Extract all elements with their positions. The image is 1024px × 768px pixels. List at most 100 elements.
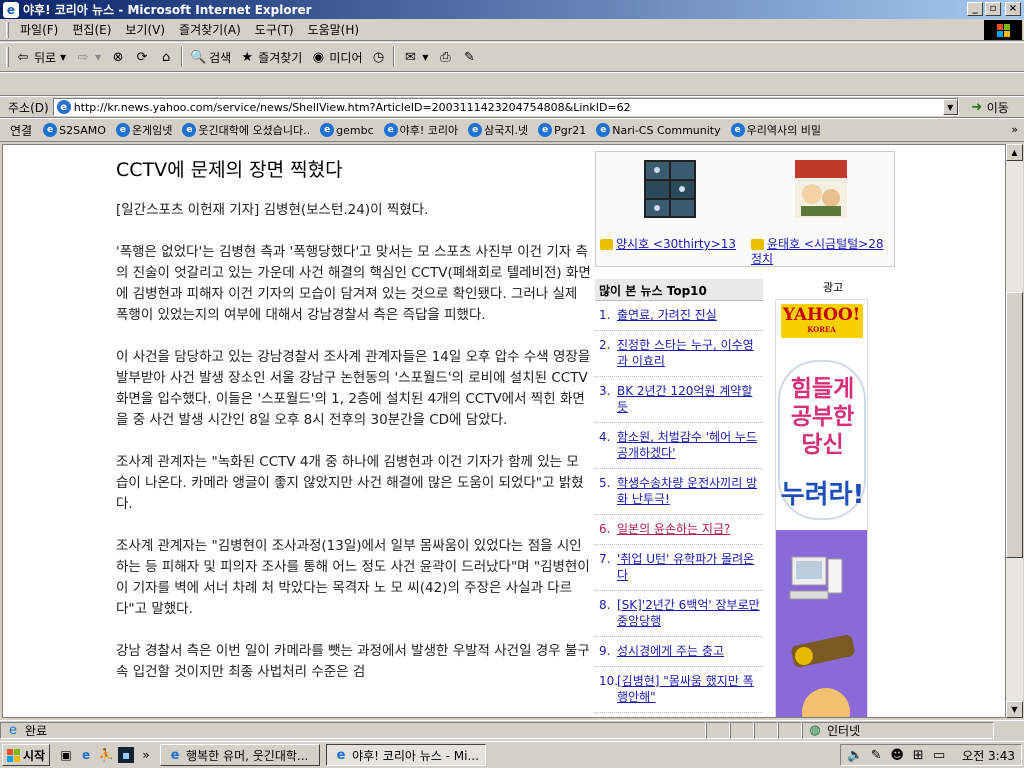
history-button[interactable]: ◷ (366, 45, 390, 69)
top10-link[interactable]: 진정한 스타는 누구, 이수영과 이효리 (617, 337, 763, 369)
top10-link[interactable]: 함소원, 처벌감수 '헤어 누드 공개하겠다' (617, 429, 763, 461)
menu-edit[interactable]: 편집(E) (65, 21, 118, 38)
link-item[interactable]: e 웃긴대학에 오셨습니다.. (177, 122, 315, 138)
start-button[interactable]: 시작 (2, 744, 51, 766)
top10-link[interactable]: [SK]'2년간 6백억' 장부로만 중앙당행 (617, 597, 763, 629)
cartoon-thumbnails: 양시호 <30thirty>13 윤태호 <시금털털>28 정치 (595, 151, 895, 267)
top10-link[interactable]: 출연료, 가려진 진실 (617, 307, 717, 323)
display-icon[interactable]: ▭ (931, 747, 947, 763)
scroll-up-button[interactable]: ▲ (1006, 144, 1023, 161)
address-dropdown-button[interactable]: ▼ (942, 99, 958, 115)
top10-title: 많이 본 뉴스 Top10 (595, 279, 763, 301)
top10-item[interactable]: 5. 학생수송차량 운전사끼리 방화 난투극! (595, 469, 763, 515)
media-button[interactable]: ◉ 미디어 (306, 45, 366, 69)
cartoon-caption-link[interactable]: 윤태호 <시금털털>28 정치 (751, 237, 891, 267)
security-zone-panel: ◍ 인터넷 (802, 722, 994, 739)
link-item[interactable]: e Nari-CS Community (591, 123, 725, 137)
toolbar-grip[interactable] (6, 47, 9, 67)
app-quicklaunch-icon[interactable]: ⛹ (98, 747, 114, 763)
menu-favorites[interactable]: 즐겨찾기(A) (172, 21, 248, 38)
cartoon-thumbnail-image[interactable] (644, 160, 696, 218)
address-url[interactable]: http://kr.news.yahoo.com/service/news/Sh… (74, 101, 631, 114)
clock[interactable]: 오전 3:43 (962, 747, 1015, 764)
address-input[interactable]: e http://kr.news.yahoo.com/service/news/… (52, 98, 959, 116)
print-button[interactable]: ⎙ (433, 45, 457, 69)
ie-quicklaunch-icon[interactable]: e (78, 747, 94, 763)
minimize-button[interactable]: _ (967, 2, 983, 16)
ime-icon[interactable]: ✎ (868, 747, 884, 763)
top10-item[interactable]: 9. 성시경에게 주는 충고 (595, 637, 763, 667)
edit-page-icon: ✎ (464, 49, 475, 65)
globe-icon: ◍ (809, 723, 821, 738)
cartoon-thumb[interactable]: 윤태호 <시금털털>28 정치 (751, 160, 891, 267)
quicklaunch-overflow-icon[interactable]: » (138, 747, 154, 763)
cartoon-caption-link[interactable]: 양시호 <30thirty>13 (600, 237, 740, 252)
taskbar-window-button-active[interactable]: e 야후! 코리아 뉴스 - Mi... (326, 744, 487, 766)
menu-tools[interactable]: 도구(T) (248, 21, 301, 38)
menu-view[interactable]: 보기(V) (118, 21, 172, 38)
vertical-scrollbar[interactable]: ▲ ▼ (1006, 144, 1023, 718)
menu-grip[interactable] (6, 21, 9, 38)
chevron-down-icon: ▼ (95, 52, 102, 62)
top10-item[interactable]: 1. 출연료, 가려진 진실 (595, 301, 763, 331)
links-label: 연결 (10, 123, 33, 138)
search-button[interactable]: 🔍 검색 (186, 45, 235, 69)
page-icon: e (56, 100, 71, 114)
top10-item[interactable]: 6. 일본의 윤손하는 지금? (595, 515, 763, 545)
link-item[interactable]: e Pgr21 (533, 123, 591, 137)
network-icon[interactable]: ⊞ (910, 747, 926, 763)
windows-logo-icon (984, 20, 1022, 40)
show-desktop-icon[interactable]: ▣ (58, 747, 74, 763)
forward-button[interactable]: ⇨ ▼ (71, 45, 106, 69)
top10-link[interactable]: [김병현] "몸싸움 했지만 폭행안해" (617, 673, 763, 705)
maximize-button[interactable]: ▫ (985, 2, 1001, 16)
top10-link[interactable]: BK 2년간 120억원 계약할 듯 (617, 383, 763, 415)
scroll-thumb[interactable] (1006, 292, 1023, 558)
refresh-button[interactable]: ⟳ (130, 45, 154, 69)
cartoon-thumb[interactable]: 양시호 <30thirty>13 (600, 160, 740, 252)
article-paragraph: '폭행은 없었다'는 김병현 측과 '폭행당했다'고 맞서는 모 스포츠 사진부… (116, 244, 591, 323)
link-item[interactable]: e 삼국지.넷 (463, 122, 533, 138)
home-button[interactable]: ⌂ (154, 45, 178, 69)
messenger-icon[interactable]: ☻ (889, 747, 905, 763)
mail-button[interactable]: ✉ ▼ (398, 45, 433, 69)
top10-item[interactable]: 7. '취업 U턴' 유학파가 몰려온다 (595, 545, 763, 591)
top10-link[interactable]: 성시경에게 주는 충고 (617, 643, 724, 659)
top10-item[interactable]: 4. 함소원, 처벌감수 '헤어 누드 공개하겠다' (595, 423, 763, 469)
link-item[interactable]: e 야후! 코리아 (379, 122, 464, 138)
status-panel (706, 722, 730, 739)
taskbar-window-button[interactable]: e 행복한 유머, 웃긴대학... (160, 744, 321, 766)
favorites-icon: ★ (241, 49, 254, 65)
top10-link[interactable]: 일본의 윤손하는 지금? (617, 521, 730, 537)
top10-item[interactable]: 3. BK 2년간 120억원 계약할 듯 (595, 377, 763, 423)
link-page-icon: e (182, 123, 197, 137)
menu-file[interactable]: 파일(F) (13, 21, 65, 38)
volume-icon[interactable]: 🔈 (847, 747, 863, 763)
top10-link[interactable]: '취업 U턴' 유학파가 몰려온다 (617, 551, 763, 583)
article-paragraph: 이 사건을 담당하고 있는 강남경찰서 조사계 관계자들은 14일 오후 압수 … (116, 349, 591, 428)
cartoon-thumbnail-image[interactable] (795, 160, 847, 218)
top10-item[interactable]: 2. 진정한 스타는 누구, 이수영과 이효리 (595, 331, 763, 377)
edit-button[interactable]: ✎ (457, 45, 481, 69)
link-item[interactable]: e S2SAMO (38, 123, 111, 137)
status-panel (778, 722, 802, 739)
go-button[interactable]: ➜ 이동 (969, 99, 1009, 116)
top10-item[interactable]: 8. [SK]'2년간 6백억' 장부로만 중앙당행 (595, 591, 763, 637)
top10-link[interactable]: 학생수송차량 운전사끼리 방화 난투극! (617, 475, 763, 507)
media-quicklaunch-icon[interactable]: ▪ (118, 747, 135, 763)
status-panel (730, 722, 754, 739)
scroll-down-button[interactable]: ▼ (1006, 701, 1023, 718)
stop-button[interactable]: ⊗ (106, 45, 130, 69)
link-item[interactable]: e 온게임넷 (111, 122, 177, 138)
links-overflow-chevron-icon[interactable]: » (1011, 123, 1018, 136)
back-button[interactable]: ⇦ 뒤로 ▼ (11, 45, 71, 69)
top10-rank: 8. (599, 598, 611, 612)
top10-rank: 2. (599, 338, 611, 352)
link-item[interactable]: e gembc (315, 123, 379, 137)
yahoo-ad-banner[interactable]: YAHOO! KOREA 힘들게 공부한 당신 누려라! (775, 299, 868, 717)
close-button[interactable]: × (1005, 2, 1021, 16)
link-item[interactable]: e 우리역사의 비밀 (726, 122, 826, 138)
favorites-button[interactable]: ★ 즐겨찾기 (235, 45, 306, 69)
top10-item[interactable]: 10. [김병현] "몸싸움 했지만 폭행안해" (595, 667, 763, 713)
menu-help[interactable]: 도움말(H) (301, 21, 367, 38)
